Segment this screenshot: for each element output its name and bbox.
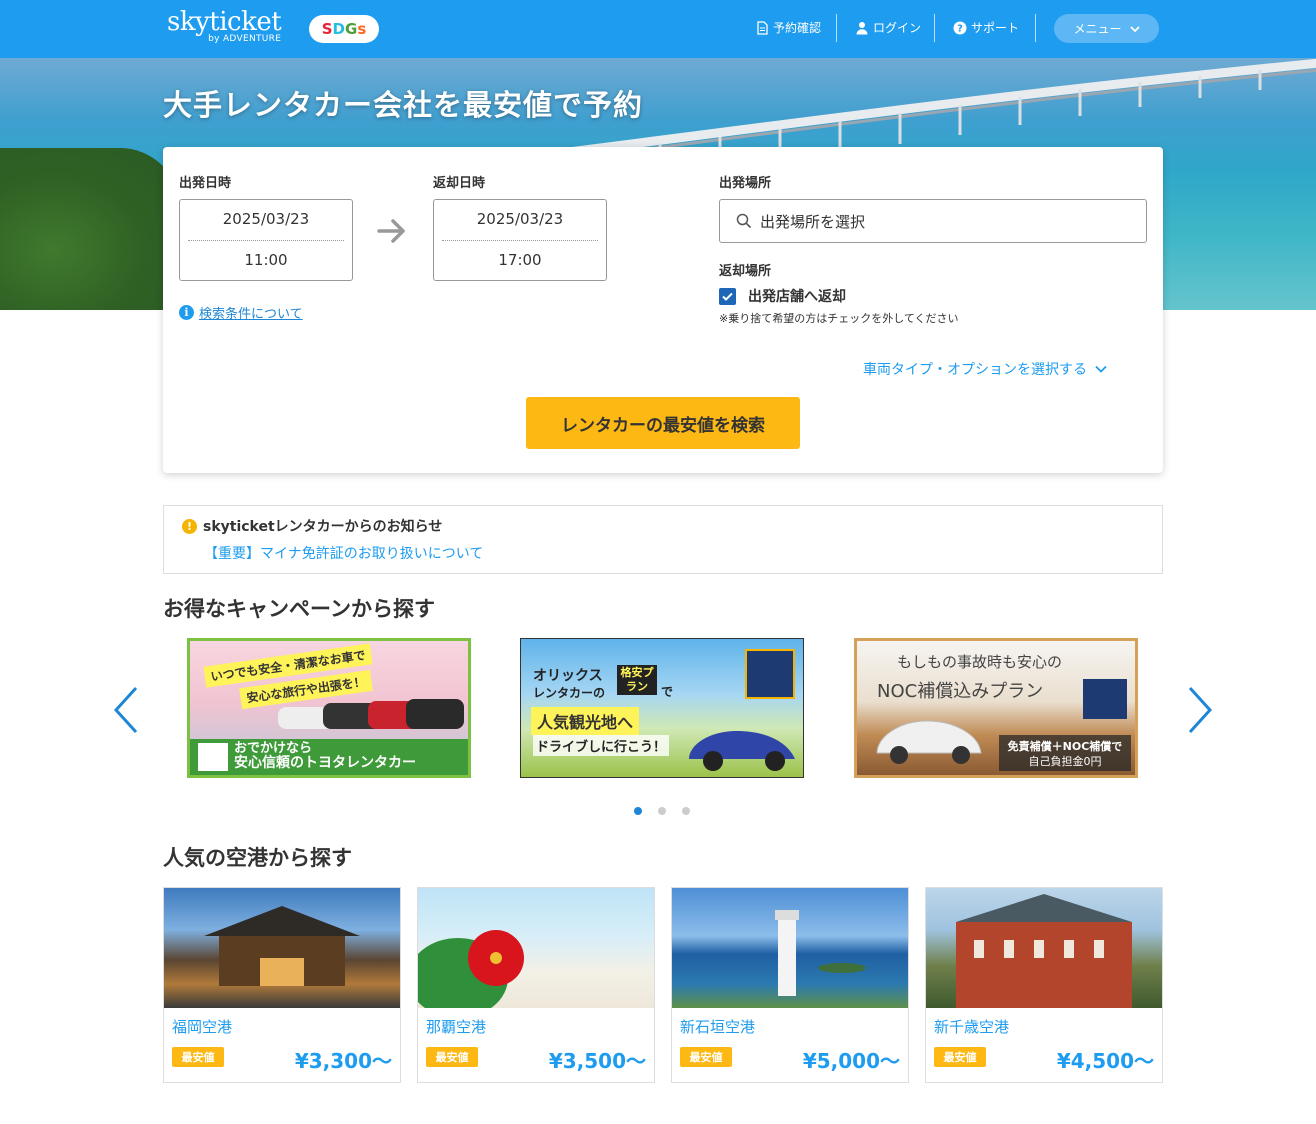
forest-image bbox=[0, 148, 180, 310]
car-image bbox=[876, 720, 982, 764]
nav-booking-check[interactable]: 予約確認 bbox=[755, 19, 821, 36]
notice-box: ! skyticketレンタカーからのお知らせ 【重要】マイナ免許証のお取り扱い… bbox=[163, 505, 1163, 574]
nav-divider bbox=[836, 14, 837, 42]
chevron-down-icon bbox=[1129, 25, 1140, 32]
campaign-banner-toyota[interactable]: いつでも安全・清潔なお車で 安心な旅行や出張を！ おでかけなら 安心信頼のトヨタ… bbox=[187, 638, 471, 778]
cars-image bbox=[278, 699, 464, 729]
return-location-label: 返却場所 bbox=[719, 264, 772, 279]
carousel-dots bbox=[634, 807, 690, 815]
help-icon: ? bbox=[953, 21, 967, 34]
user-icon bbox=[856, 21, 868, 34]
sdgs-badge[interactable]: SDGs bbox=[309, 15, 379, 43]
departure-location-label: 出発場所 bbox=[719, 176, 772, 191]
airports-section-title: 人気の空港から探す bbox=[163, 846, 352, 870]
nav-divider bbox=[1035, 14, 1036, 42]
hero-title: 大手レンタカー会社を最安値で予約 bbox=[163, 88, 644, 122]
airport-image bbox=[672, 888, 908, 1008]
carousel-dot-1[interactable] bbox=[634, 807, 642, 815]
orix-logo bbox=[745, 649, 795, 699]
document-icon bbox=[757, 20, 768, 35]
lowest-price-badge: 最安値 bbox=[934, 1047, 986, 1067]
airport-image bbox=[418, 888, 654, 1008]
lowest-price-badge: 最安値 bbox=[172, 1047, 224, 1067]
search-form: 出発日時 2025/03/23 11:00 返却日時 2025/03/23 17… bbox=[163, 147, 1163, 473]
nav-login[interactable]: ログイン bbox=[855, 19, 921, 36]
toyota-logo bbox=[198, 743, 228, 771]
search-icon bbox=[736, 213, 752, 229]
return-datetime-picker[interactable]: 2025/03/23 17:00 bbox=[433, 199, 607, 281]
nav-divider bbox=[934, 14, 935, 42]
campaign-banner-budget[interactable]: もしもの事故時も安心の NOC補償込みプラン 免責補償＋NOC補償で 自己負担金… bbox=[854, 638, 1138, 778]
skyticket-logo[interactable]: skyticket by ADVENTURE bbox=[167, 8, 282, 44]
search-conditions-link[interactable]: i 検索条件について bbox=[179, 303, 303, 322]
airport-card-naha[interactable]: 那覇空港 最安値 ¥3,500〜 bbox=[417, 887, 655, 1083]
notice-title: ! skyticketレンタカーからのお知らせ bbox=[182, 516, 442, 536]
carousel-prev-icon[interactable] bbox=[112, 686, 140, 734]
carousel-dot-2[interactable] bbox=[658, 807, 666, 815]
notice-link[interactable]: 【重要】マイナ免許証のお取り扱いについて bbox=[204, 543, 483, 563]
carousel-dot-3[interactable] bbox=[682, 807, 690, 815]
airport-price: ¥3,300〜 bbox=[294, 1049, 392, 1073]
chevron-down-icon bbox=[1095, 365, 1107, 373]
return-datetime-label: 返却日時 bbox=[433, 176, 486, 191]
lowest-price-badge: 最安値 bbox=[426, 1047, 478, 1067]
departure-location-input[interactable]: 出発場所を選択 bbox=[719, 199, 1147, 243]
budget-logo bbox=[1083, 679, 1127, 719]
car-image bbox=[689, 731, 795, 771]
menu-button[interactable]: メニュー bbox=[1054, 14, 1159, 43]
airport-card-ishigaki[interactable]: 新石垣空港 最安値 ¥5,000〜 bbox=[671, 887, 909, 1083]
nav-support[interactable]: ? サポート bbox=[953, 19, 1019, 36]
svg-text:?: ? bbox=[957, 23, 963, 34]
airport-image bbox=[164, 888, 400, 1008]
airport-price: ¥4,500〜 bbox=[1056, 1049, 1154, 1073]
lowest-price-badge: 最安値 bbox=[680, 1047, 732, 1067]
campaign-section-title: お得なキャンペーンから探す bbox=[163, 597, 435, 621]
campaign-banner-orix[interactable]: オリックス レンタカーの 格安プラン で 人気観光地へ ドライブしに行こう！ bbox=[520, 638, 804, 778]
vehicle-options-toggle[interactable]: 車両タイプ・オプションを選択する bbox=[863, 359, 1107, 379]
airport-card-new-chitose[interactable]: 新千歳空港 最安値 ¥4,500〜 bbox=[925, 887, 1163, 1083]
carousel-next-icon[interactable] bbox=[1186, 686, 1214, 734]
airport-price: ¥5,000〜 bbox=[802, 1049, 900, 1073]
airport-price: ¥3,500〜 bbox=[548, 1049, 646, 1073]
site-header: skyticket by ADVENTURE SDGs 予約確認 ログイン ? … bbox=[0, 0, 1316, 58]
airport-image bbox=[926, 888, 1162, 1008]
divider bbox=[188, 240, 344, 241]
drop-off-note: ※乗り捨て希望の方はチェックを外してください bbox=[719, 312, 959, 325]
warning-icon: ! bbox=[182, 518, 197, 534]
divider bbox=[442, 240, 598, 241]
info-icon: i bbox=[179, 305, 194, 320]
return-date[interactable]: 2025/03/23 bbox=[434, 210, 606, 228]
depart-datetime-picker[interactable]: 2025/03/23 11:00 bbox=[179, 199, 353, 281]
depart-date[interactable]: 2025/03/23 bbox=[180, 210, 352, 228]
depart-time[interactable]: 11:00 bbox=[180, 251, 352, 269]
depart-datetime-label: 出発日時 bbox=[179, 176, 232, 191]
checkmark-icon[interactable] bbox=[719, 287, 736, 305]
search-button[interactable]: レンタカーの最安値を検索 bbox=[526, 397, 800, 449]
return-time[interactable]: 17:00 bbox=[434, 251, 606, 269]
arrow-right-icon bbox=[377, 219, 405, 243]
airport-card-fukuoka[interactable]: 福岡空港 最安値 ¥3,300〜 bbox=[163, 887, 401, 1083]
return-same-store-checkbox[interactable]: 出発店舗へ返却 bbox=[719, 286, 846, 306]
